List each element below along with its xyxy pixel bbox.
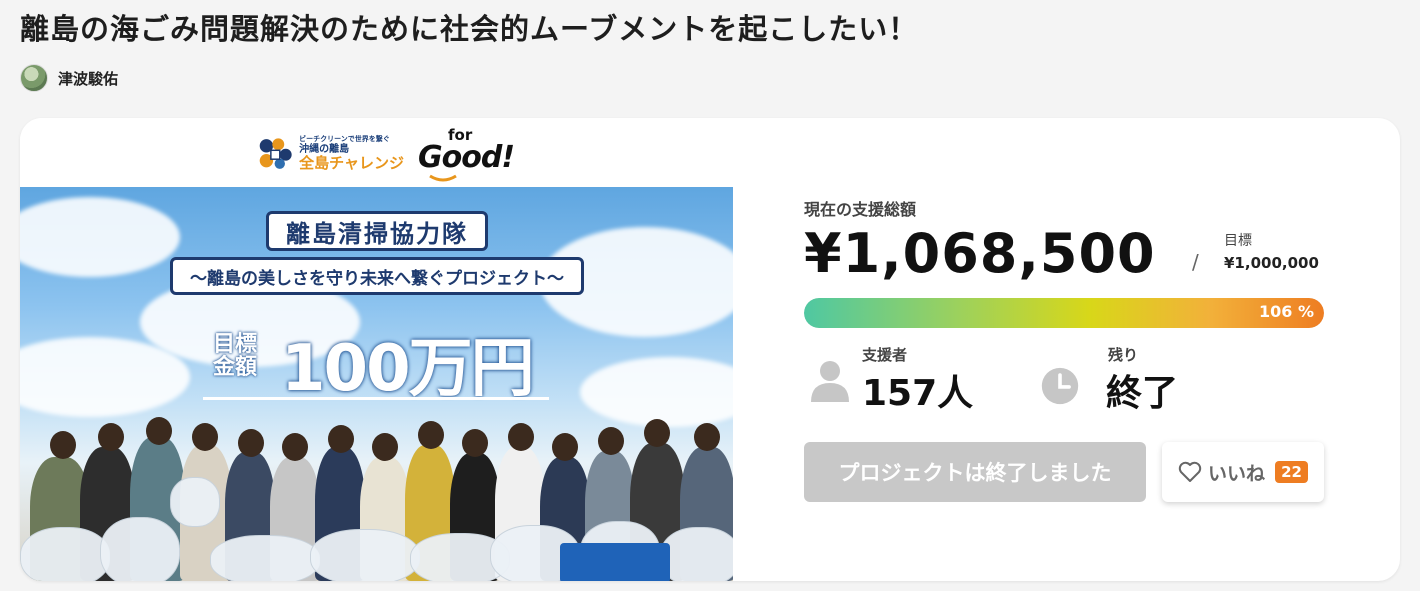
challenge-logo: ビーチクリーンで世界を繋ぐ 沖縄の離島 全島チャレンジ [256,126,404,182]
project-card: ビーチクリーンで世界を繋ぐ 沖縄の離島 全島チャレンジ for Good! 離島… [20,118,1400,581]
person-icon [811,361,849,402]
supporters-count: 157人 [862,373,974,414]
challenge-name: 全島チャレンジ [299,154,404,173]
amount-label: 現在の支援総額 [804,200,917,219]
volunteer-group-photo [20,417,733,581]
banner-subtitle: ～離島の美しさを守り未来へ繋ぐプロジェクト～ [170,257,584,295]
like-label: いいね [1208,462,1266,485]
remaining-stat: 残り 終了 [1040,344,1280,414]
amount-separator: / [1192,250,1199,274]
supporters-stat: 支援者 157人 [808,344,1048,414]
heart-icon [1178,461,1202,482]
funding-panel: 現在の支援総額 ¥1,068,500 / 目標 ¥1,000,000 106 %… [804,118,1400,581]
banner-title: 離島清掃協力隊 [266,211,488,251]
project-ended-button[interactable]: プロジェクトは終了しました [804,442,1146,502]
clock-icon [1041,367,1079,405]
target-label: 目標 [1224,233,1252,249]
smile-icon [429,174,457,182]
hero-banner: 離島清掃協力隊 ～離島の美しさを守り未来へ繋ぐプロジェクト～ [170,205,584,301]
hero-goal-label: 目標金額 [213,332,258,381]
project-owner[interactable]: 津波駿佑 [20,64,118,92]
island-emblem-icon [259,138,292,169]
like-button[interactable]: いいね 22 [1162,442,1324,502]
remaining-value: 終了 [1106,373,1179,414]
hero-goal: 目標金額 100万円 [203,317,553,406]
page-title: 離島の海ごみ問題解決のために社会的ムーブメントを起こしたい！ [20,12,919,46]
like-count-badge: 22 [1275,461,1308,483]
owner-name[interactable]: 津波駿佑 [58,68,118,89]
current-amount: ¥1,068,500 [804,222,1156,285]
supporters-label: 支援者 [862,346,908,364]
forgood-good: Good! [418,140,515,175]
funding-progress-bar: 106 % [804,298,1324,328]
project-page: 離島の海ごみ問題解決のために社会的ムーブメントを起こしたい！ 津波駿佑 ビーチク… [0,0,1420,591]
progress-fill [804,298,1324,328]
remaining-label: 残り [1108,346,1139,364]
challenge-tagline: ビーチクリーンで世界を繋ぐ [299,135,390,144]
project-hero-image: 離島清掃協力隊 ～離島の美しさを守り未来へ繋ぐプロジェクト～ 目標金額 100万… [20,187,733,581]
hero-goal-amount: 100万円 [281,332,535,406]
forgood-logo: for Good! [418,126,515,182]
progress-percent: 106 % [1259,302,1314,321]
logo-strip: ビーチクリーンで世界を繋ぐ 沖縄の離島 全島チャレンジ for Good! [20,118,733,187]
target-amount: ¥1,000,000 [1224,254,1319,272]
avatar[interactable] [20,64,48,92]
